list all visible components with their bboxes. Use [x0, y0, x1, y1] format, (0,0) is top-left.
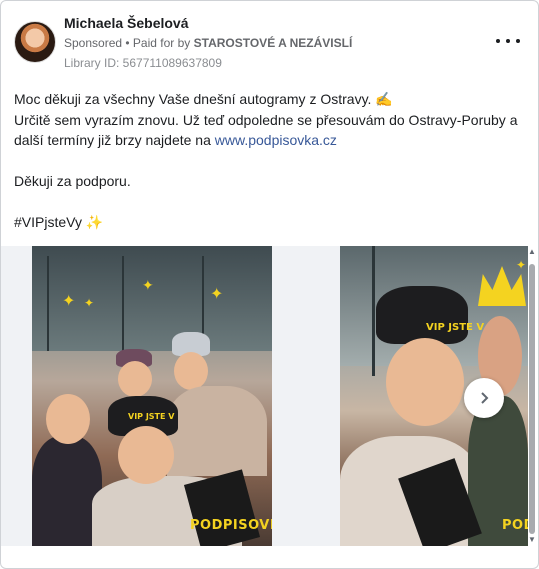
sponsored-line: Sponsored • Paid for by STAROSTOVÉ A NEZ… — [64, 36, 352, 50]
star-icon: ✦ — [210, 284, 224, 303]
ad-card: Michaela Šebelová Sponsored • Paid for b… — [0, 0, 539, 569]
star-icon: ✦ — [142, 278, 154, 294]
chevron-right-icon[interactable] — [464, 378, 504, 418]
payer-name: STAROSTOVÉ A NEZÁVISLÍ — [193, 36, 353, 50]
carousel-image-1[interactable]: ✦ ✦ ✦ ✦ VIP JSTE V PODPISOVKA — [32, 246, 272, 546]
podpisovka-logo: PODPISOVKA — [502, 518, 528, 533]
star-icon: ✦ — [516, 258, 527, 272]
star-icon: ✦ — [84, 296, 95, 310]
paid-for-by-label: • Paid for by — [122, 36, 194, 50]
window-frame — [122, 256, 124, 351]
more-options-icon[interactable] — [496, 33, 520, 49]
hat-label: VIP JSTE V — [128, 412, 175, 421]
person-face — [118, 426, 174, 484]
person-face — [174, 352, 208, 390]
star-icon: ✦ — [62, 291, 76, 310]
author-name[interactable]: Michaela Šebelová — [64, 15, 189, 31]
person-face — [118, 361, 152, 397]
window-frame — [47, 256, 49, 351]
post-line-3: Děkuji za podporu. — [14, 173, 131, 189]
post-line-1: Moc děkuji za všechny Vaše dnešní autogr… — [14, 91, 393, 107]
podpisovka-logo: PODPISOVKA — [190, 518, 272, 533]
person-face — [46, 394, 90, 444]
person-coat — [167, 386, 267, 476]
scroll-up-icon[interactable]: ▲ — [528, 248, 536, 256]
podpisovka-link[interactable]: www.podpisovka.cz — [215, 132, 337, 148]
scrollbar-thumb[interactable] — [529, 264, 535, 534]
hashtag[interactable]: #VIPjsteVy ✨ — [14, 212, 524, 233]
chevron-right-glyph — [481, 392, 489, 404]
post-text: Moc děkuji za všechny Vaše dnešní autogr… — [14, 89, 524, 233]
library-id: Library ID: 567711089637809 — [64, 56, 222, 70]
person-hat — [376, 286, 468, 344]
post-line-2: Určitě sem vyrazím znovu. Už teď odpoled… — [14, 110, 524, 151]
vertical-scrollbar[interactable]: ▲ ▼ — [528, 246, 536, 546]
scroll-down-icon[interactable]: ▼ — [528, 536, 536, 544]
avatar[interactable] — [14, 21, 56, 63]
sponsored-label: Sponsored — [64, 36, 123, 50]
hat-label: VIP JSTE V — [426, 322, 485, 333]
window-frame — [372, 246, 375, 376]
person-face — [386, 338, 464, 426]
image-carousel[interactable]: ✦ ✦ ✦ ✦ VIP JSTE V PODPISOVKA ✦ — [1, 246, 528, 546]
